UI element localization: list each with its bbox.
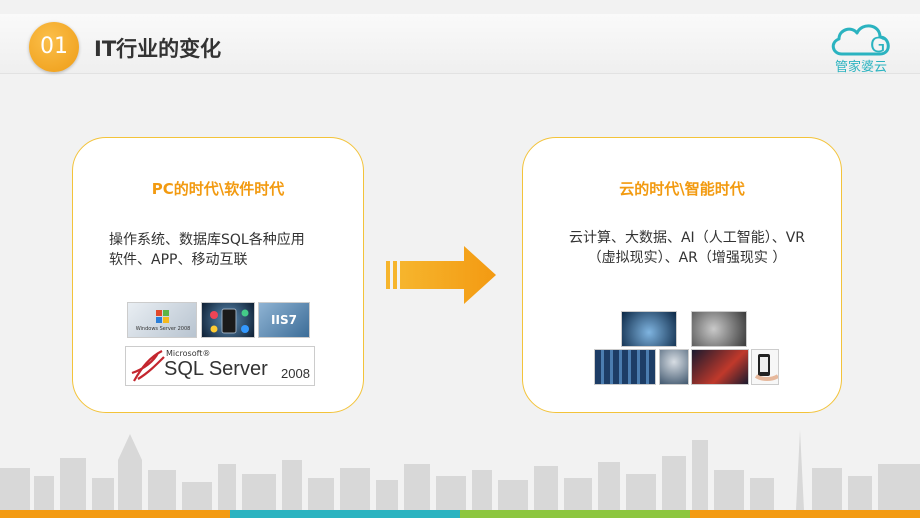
iis7-label: IIS7	[271, 313, 297, 327]
bottom-bar-orange-2	[690, 510, 920, 518]
bottom-color-bar	[0, 510, 920, 518]
windows-logo-icon	[156, 310, 169, 323]
phone-icon	[210, 308, 249, 334]
iis7-image: IIS7	[258, 302, 310, 338]
sql-server-logo: Microsoft® SQL Server 2008	[125, 346, 315, 386]
cloud-era-card: 云的时代\智能时代 云计算、大数据、AI（人工智能）、VR （虚拟现实）、AR（…	[522, 137, 842, 413]
touch-screen-image	[691, 311, 747, 347]
pc-era-title: PC的时代\软件时代	[151, 180, 285, 198]
sql-server-icon	[131, 350, 165, 382]
pc-era-card: PC的时代\软件时代 操作系统、数据库SQL各种应用 软件、APP、移动互联 W…	[72, 137, 364, 413]
right-arrow-icon	[386, 246, 496, 304]
cloud-era-description: 云计算、大数据、AI（人工智能）、VR （虚拟现实）、AR（增强现实 ）	[568, 230, 805, 266]
sql-server-year-text: 2008	[281, 366, 310, 381]
pc-era-description: 操作系统、数据库SQL各种应用 软件、APP、移动互联	[109, 232, 305, 268]
city-skyline-decoration	[0, 430, 920, 510]
cloud-era-title: 云的时代\智能时代	[619, 180, 745, 198]
windows-server-caption: Windows Server 2008	[135, 326, 191, 332]
robot-image	[659, 349, 689, 385]
logo-letter: G	[870, 33, 886, 57]
logo-text: 管家婆云	[834, 60, 887, 75]
mobile-apps-image	[201, 302, 255, 338]
bottom-bar-orange	[0, 510, 230, 518]
cloud-tech-image	[621, 311, 677, 347]
hand-phone-icon	[754, 354, 778, 381]
section-number-badge: 01	[29, 22, 79, 72]
sql-server-main-text: SQL Server	[164, 358, 268, 380]
bottom-bar-green	[460, 510, 690, 518]
sql-server-small-text: Microsoft®	[166, 349, 211, 358]
ar-phone-image	[751, 349, 779, 385]
data-center-image	[594, 349, 656, 385]
bottom-bar-teal	[230, 510, 460, 518]
page-title: IT行业的变化	[94, 37, 222, 61]
windows-server-image: Windows Server 2008	[127, 302, 197, 338]
vr-image	[691, 349, 749, 385]
